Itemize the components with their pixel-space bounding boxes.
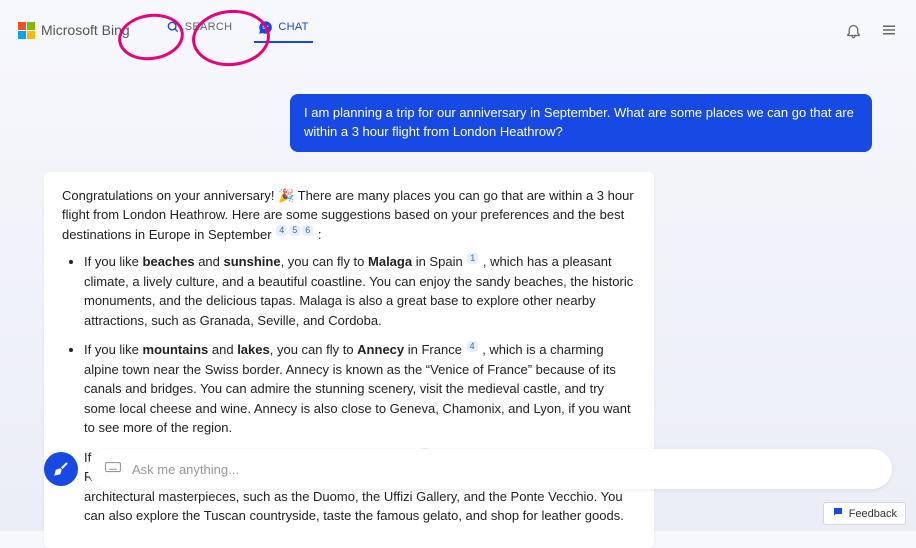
- header-right: [845, 21, 898, 39]
- citation[interactable]: 6: [302, 225, 313, 236]
- tab-search[interactable]: SEARCH: [166, 20, 233, 41]
- header: Microsoft Bing SEARCH CHAT: [0, 0, 916, 56]
- list-item: If you like beaches and sunshine, you ca…: [84, 252, 636, 330]
- tab-search-label: SEARCH: [185, 21, 233, 33]
- compose-input[interactable]: [132, 462, 876, 477]
- chat-icon: [258, 20, 273, 35]
- user-message-row: I am planning a trip for our anniversary…: [44, 94, 872, 152]
- compose-input-container[interactable]: [88, 449, 892, 489]
- feedback-button[interactable]: Feedback: [823, 502, 906, 525]
- keyboard-icon: [104, 460, 122, 479]
- party-popper-icon: 🎉: [278, 188, 294, 203]
- list-item: If you like mountains and lakes, you can…: [84, 340, 636, 438]
- citation[interactable]: 4: [467, 341, 478, 352]
- citation[interactable]: 5: [289, 225, 300, 236]
- new-topic-button[interactable]: [44, 452, 78, 486]
- citation[interactable]: 4: [276, 225, 287, 236]
- brand-text: Microsoft Bing: [41, 22, 130, 38]
- user-message: I am planning a trip for our anniversary…: [290, 94, 872, 152]
- header-tabs: SEARCH CHAT: [166, 20, 309, 41]
- hamburger-menu-icon[interactable]: [880, 21, 898, 39]
- search-icon: [166, 20, 180, 34]
- tab-chat-label: CHAT: [278, 21, 308, 33]
- notifications-icon[interactable]: [845, 22, 862, 39]
- microsoft-logo-icon: [18, 22, 35, 39]
- compose-row: [44, 449, 892, 489]
- bot-message: Congratulations on your anniversary! 🎉 T…: [44, 172, 654, 548]
- feedback-label: Feedback: [849, 508, 897, 520]
- tab-chat[interactable]: CHAT: [258, 20, 308, 41]
- brand-logo[interactable]: Microsoft Bing: [18, 22, 130, 39]
- broom-icon: [52, 460, 70, 478]
- bot-intro-1: Congratulations on your anniversary!: [62, 188, 278, 203]
- citation[interactable]: 1: [467, 253, 478, 264]
- feedback-icon: [832, 506, 844, 521]
